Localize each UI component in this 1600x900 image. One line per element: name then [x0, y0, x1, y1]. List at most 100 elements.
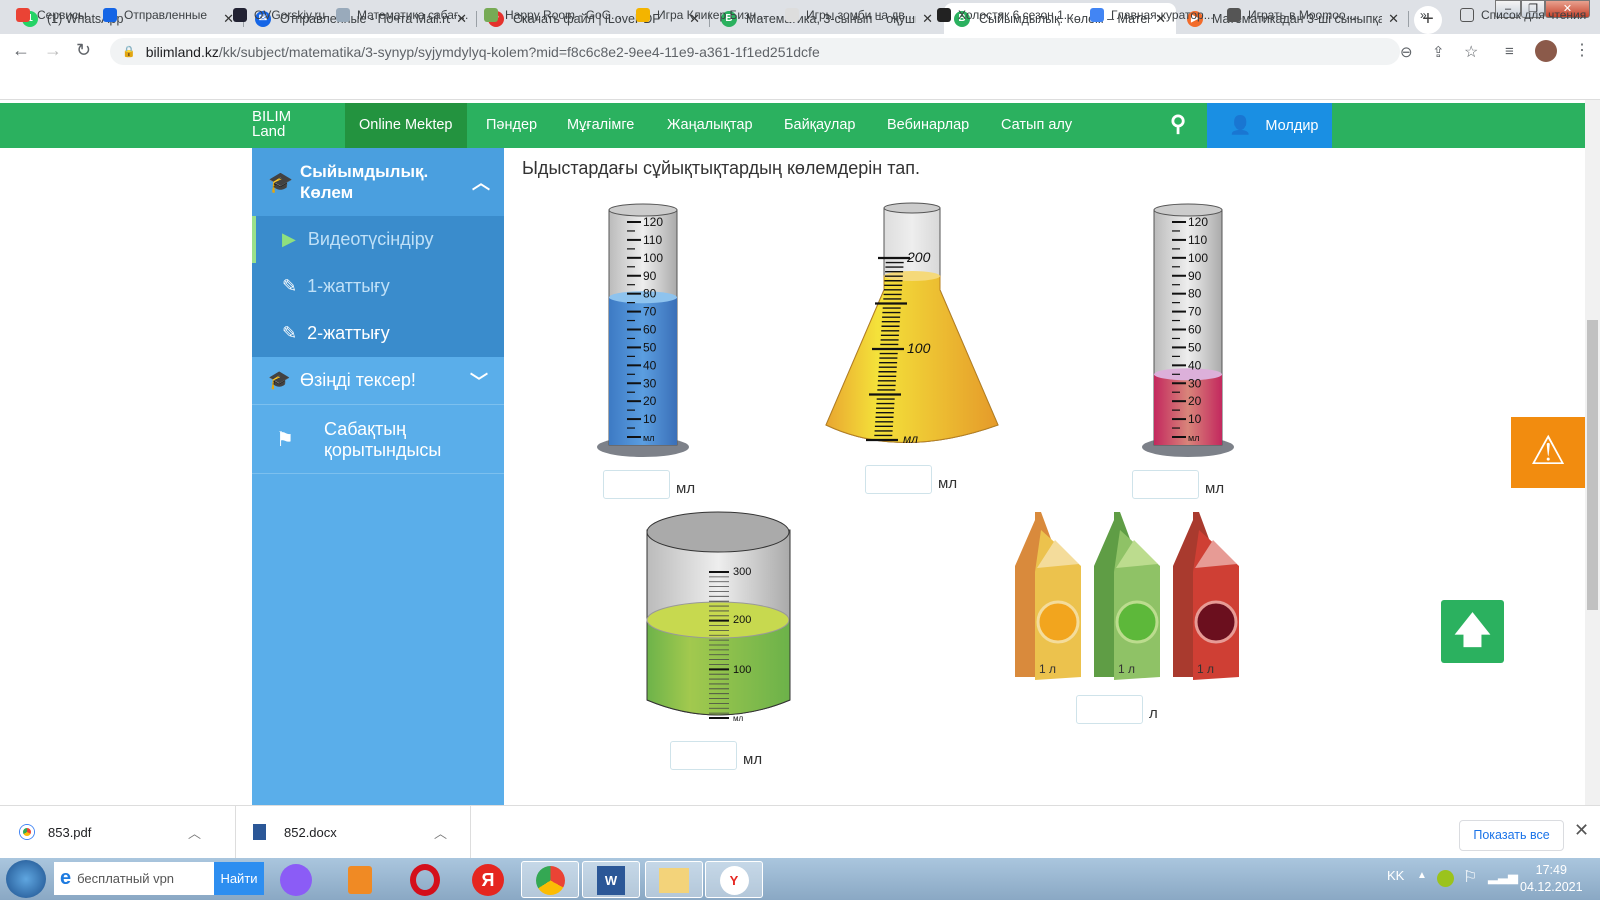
bookmark-icon: [1227, 8, 1241, 22]
bookmark[interactable]: Сервисы: [16, 8, 87, 22]
volume-label: 1 л: [1039, 662, 1056, 676]
tick-label: 20: [643, 394, 657, 408]
bookmark-label: Математика сабағ...: [357, 8, 469, 22]
bookmark[interactable]: Отправленные: [103, 8, 207, 22]
tick-label: 60: [1188, 323, 1202, 337]
tick-label: 100: [907, 340, 931, 356]
nav-item[interactable]: Жаңалықтар: [653, 103, 767, 148]
orange-icon: [1036, 600, 1080, 644]
bookmark-icon: [937, 8, 951, 22]
taskbar-search-input[interactable]: e бесплатный vpn: [54, 862, 214, 895]
nav-item[interactable]: Online Mektep: [345, 103, 467, 148]
taskbar-explorer[interactable]: [645, 861, 703, 898]
bookmark-label: Холостяк 6 сезон 1...: [958, 8, 1074, 22]
tick-label: 40: [643, 358, 657, 372]
file-name: 853.pdf: [48, 824, 92, 840]
tray-expand-icon[interactable]: ▲: [1417, 870, 1427, 881]
tick-label: мл: [733, 714, 744, 723]
bookmark-icon: [636, 8, 650, 22]
tick-label: 50: [1188, 340, 1202, 354]
download-item[interactable]: 852.docx ︿: [237, 806, 471, 858]
network-icon[interactable]: ▂▃▅: [1488, 869, 1518, 885]
taskbar-chrome[interactable]: [521, 861, 579, 898]
taskbar-search-button[interactable]: Найти: [214, 862, 264, 895]
scrollbar[interactable]: [1585, 100, 1600, 805]
taskbar: e бесплатный vpn Найти Я W Y KK ▲ ⚐ ▂▃▅ 1…: [0, 858, 1600, 900]
tick-label: 120: [643, 215, 663, 229]
tick-label: 80: [1188, 287, 1202, 301]
media-player-icon[interactable]: [348, 866, 372, 894]
nav-item[interactable]: Байқаулар: [770, 103, 869, 148]
taskbar-yandex[interactable]: Y: [705, 861, 763, 898]
show-all-downloads-button[interactable]: Показать все: [1459, 820, 1564, 851]
tick-label: 90: [1188, 269, 1202, 283]
start-button[interactable]: [6, 860, 46, 898]
tick-label: 20: [1188, 394, 1202, 408]
bookmark[interactable]: Happy Room - GoG...: [484, 8, 621, 22]
tick-label: 70: [643, 305, 657, 319]
nav-item[interactable]: Вебинарлар: [873, 103, 983, 148]
downloads-bar: 853.pdf ︿ 852.docx ︿ Показать все ✕: [0, 805, 1600, 858]
bookmark-label: Главная-куратор...: [1111, 8, 1214, 22]
close-downloads-icon[interactable]: ✕: [1574, 820, 1589, 841]
bookmark-label: Happy Room - GoG...: [505, 8, 622, 22]
opera-icon[interactable]: [410, 864, 440, 896]
bookmark[interactable]: Игры зомби на дв...: [785, 8, 915, 22]
bookmark[interactable]: Игра Кликер Бизн...: [636, 8, 766, 22]
bookmark-label: Отправленные: [124, 8, 208, 22]
warning-icon: ⚠: [1530, 429, 1566, 473]
nav-item[interactable]: Сатып алу: [987, 103, 1086, 148]
alice-icon[interactable]: [280, 864, 312, 896]
bookmark[interactable]: Главная-куратор...: [1090, 8, 1214, 22]
tick-label: 100: [733, 664, 751, 676]
report-problem-button[interactable]: ⚠: [1511, 417, 1585, 488]
tick-label: 30: [1188, 376, 1202, 390]
taskbar-word[interactable]: W: [582, 861, 640, 898]
clock[interactable]: 17:49 04.12.2021: [1520, 862, 1583, 896]
nav-item[interactable]: Пәндер: [472, 103, 551, 148]
answer-input-cylinder-2[interactable]: [1132, 470, 1199, 499]
bookmark[interactable]: Холостяк 6 сезон 1...: [937, 8, 1074, 22]
tick-label: 120: [1188, 215, 1208, 229]
tick-label: 60: [643, 323, 657, 337]
chrome-icon: [20, 825, 34, 839]
answer-input-cylinder-1[interactable]: [603, 470, 670, 499]
word-file-icon: [253, 824, 266, 840]
answer-input-beaker[interactable]: [670, 741, 737, 770]
scroll-to-top-button[interactable]: 🡅: [1441, 600, 1504, 663]
tick-label: 30: [643, 376, 657, 390]
bookmark[interactable]: Математика сабағ...: [336, 8, 468, 22]
tick-label: 200: [906, 249, 931, 265]
beaker-rim: [646, 511, 790, 553]
download-item[interactable]: 853.pdf ︿: [0, 806, 236, 858]
answer-input-flask[interactable]: [865, 465, 932, 494]
nav-item[interactable]: Мұғалімге: [553, 103, 648, 148]
tick-label: 50: [643, 340, 657, 354]
chevron-up-icon[interactable]: ︿: [188, 823, 201, 842]
chevron-up-icon[interactable]: ︿: [434, 823, 447, 842]
bookmark[interactable]: OVGorskiy.ru: [233, 8, 325, 22]
tick-label: 40: [1188, 358, 1202, 372]
tray-app-icon[interactable]: [1437, 870, 1454, 887]
language-indicator[interactable]: KK: [1387, 868, 1404, 883]
bookmark-label: Играть в Moomoo....: [1248, 8, 1359, 22]
bookmark-label: Игры зомби на дв...: [806, 8, 915, 22]
bookmark-icon: [233, 8, 247, 22]
unit-label: мл: [1205, 480, 1225, 497]
tick-label: 70: [1188, 305, 1202, 319]
tick-label: мл: [903, 432, 918, 446]
tick-label: 300: [733, 566, 751, 578]
apple-icon: [1115, 600, 1159, 644]
bookmark-label: Игра Кликер Бизн...: [657, 8, 767, 22]
action-center-flag-icon[interactable]: ⚐: [1463, 867, 1477, 887]
bookmark[interactable]: Играть в Moomoo....: [1227, 8, 1359, 22]
tick-label: 10: [1188, 412, 1202, 426]
unit-label: мл: [676, 480, 696, 497]
file-name: 852.docx: [284, 824, 337, 840]
yandex-browser-icon[interactable]: Я: [472, 864, 504, 896]
cherry-icon: [1194, 600, 1238, 644]
bookmark-icon: [484, 8, 498, 22]
answer-input-juice[interactable]: [1076, 695, 1143, 724]
bookmark-icon: [1090, 8, 1104, 22]
arrow-up-icon: 🡅: [1453, 609, 1491, 650]
